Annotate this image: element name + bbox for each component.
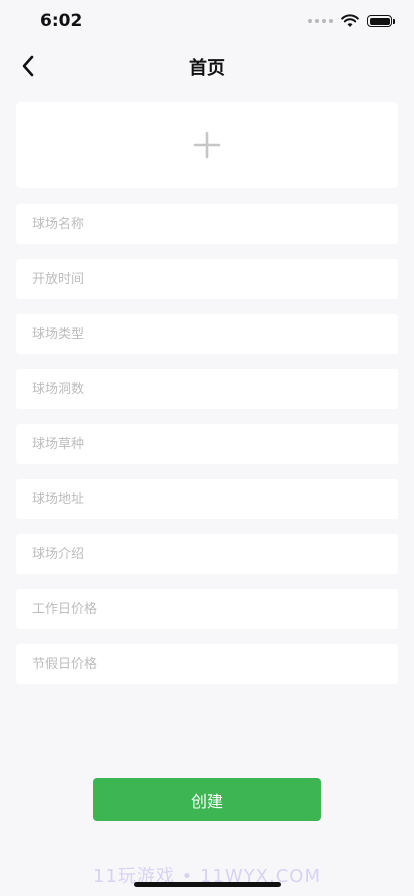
status-bar: 6:02 xyxy=(0,0,414,44)
opening-hours-field[interactable] xyxy=(16,259,398,299)
course-intro-input[interactable] xyxy=(16,534,398,574)
weekday-price-input[interactable] xyxy=(16,589,398,629)
home-indicator xyxy=(134,882,281,887)
status-icons xyxy=(308,14,395,28)
plus-icon xyxy=(193,131,221,159)
grass-type-input[interactable] xyxy=(16,424,398,464)
battery-icon xyxy=(367,15,395,27)
course-name-field[interactable] xyxy=(16,204,398,244)
course-type-input[interactable] xyxy=(16,314,398,354)
course-holes-field[interactable] xyxy=(16,369,398,409)
course-name-input[interactable] xyxy=(16,204,398,244)
course-address-input[interactable] xyxy=(16,479,398,519)
course-address-field[interactable] xyxy=(16,479,398,519)
course-type-field[interactable] xyxy=(16,314,398,354)
signal-icon xyxy=(308,19,333,23)
wifi-icon xyxy=(341,14,359,27)
create-button[interactable]: 创建 xyxy=(93,778,321,821)
holiday-price-input[interactable] xyxy=(16,644,398,684)
page-title: 首页 xyxy=(189,58,225,79)
weekday-price-field[interactable] xyxy=(16,589,398,629)
holiday-price-field[interactable] xyxy=(16,644,398,684)
navigation-bar: 首页 xyxy=(0,44,414,88)
opening-hours-input[interactable] xyxy=(16,259,398,299)
image-upload-button[interactable] xyxy=(16,102,398,188)
status-time: 6:02 xyxy=(40,11,83,31)
course-holes-input[interactable] xyxy=(16,369,398,409)
course-intro-field[interactable] xyxy=(16,534,398,574)
grass-type-field[interactable] xyxy=(16,424,398,464)
